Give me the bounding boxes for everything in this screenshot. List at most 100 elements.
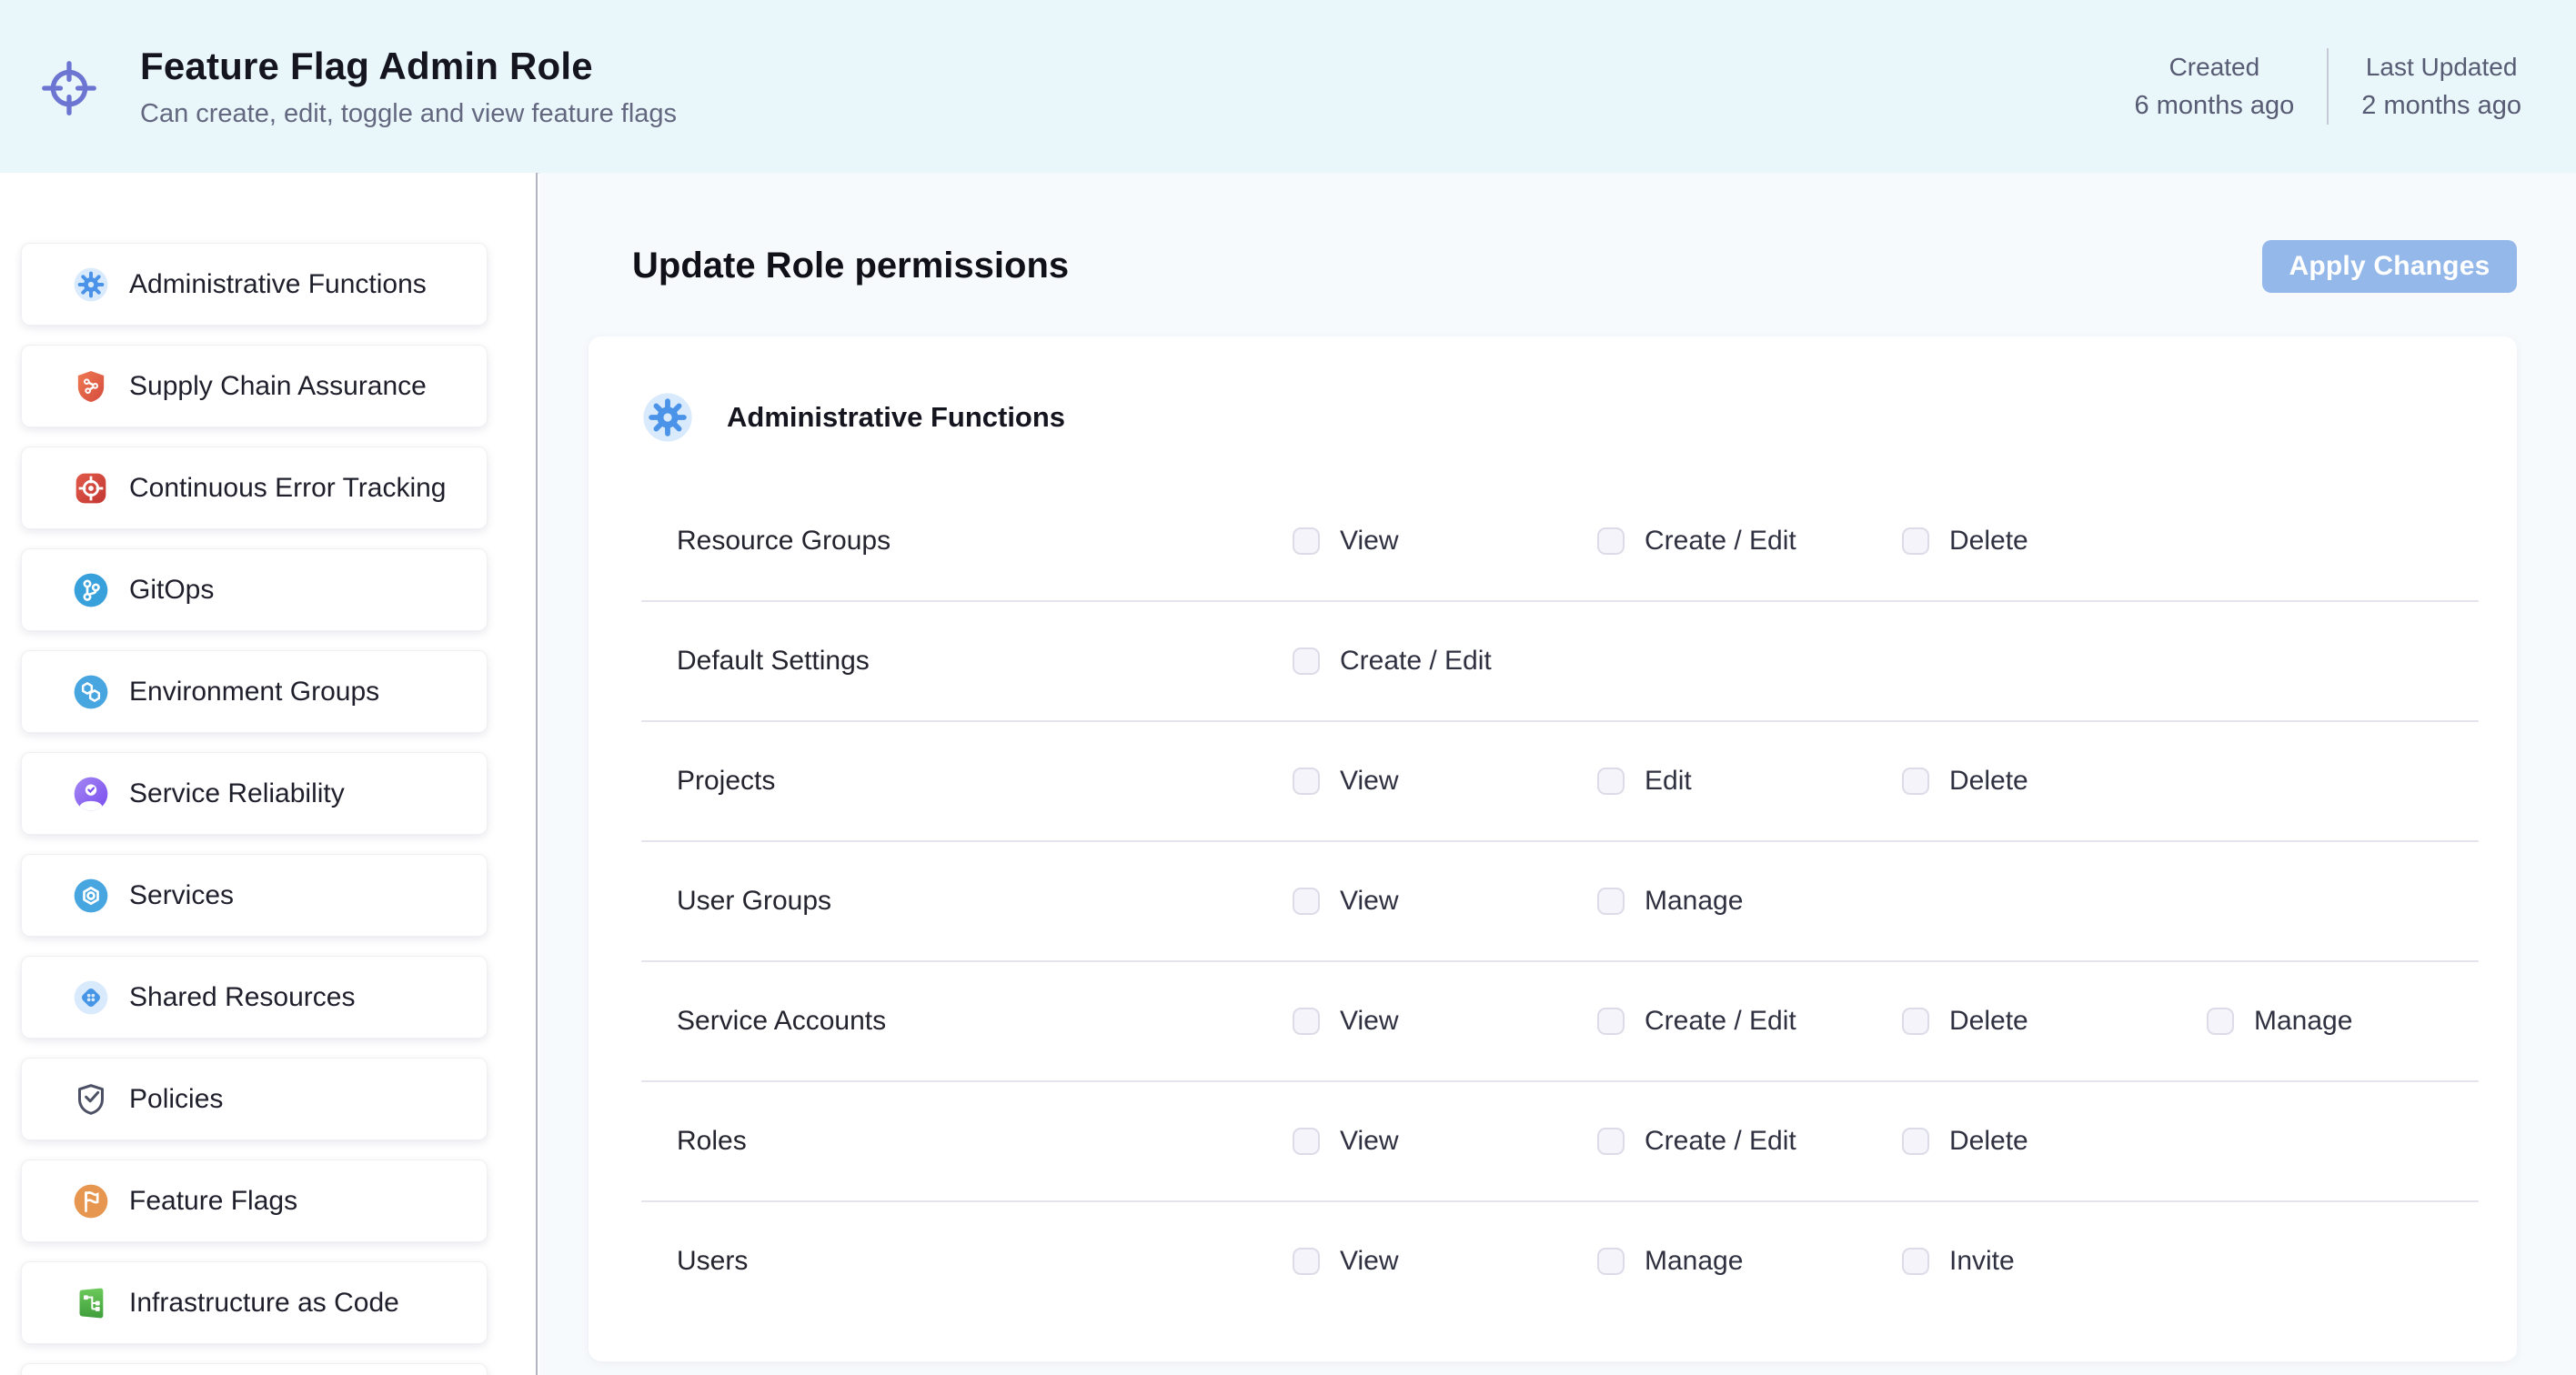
permission-row-users: Users View Manage Invite	[589, 1202, 2517, 1320]
target-square-icon	[73, 470, 109, 507]
sidebar-item-services[interactable]: Services	[21, 854, 488, 937]
permission-checkbox-view[interactable]	[1293, 888, 1320, 915]
permission-label: Manage	[1645, 1246, 1743, 1277]
permission-cell: View	[1293, 1126, 1597, 1157]
permission-checkbox-delete[interactable]	[1902, 1128, 1929, 1155]
permission-label: View	[1340, 1006, 1398, 1037]
permission-checkbox-invite[interactable]	[1902, 1248, 1929, 1275]
section-header: Administrative Functions	[589, 391, 2517, 444]
permission-checkbox-manage[interactable]	[1597, 1248, 1625, 1275]
permission-cell: Manage	[1597, 1246, 1902, 1277]
permission-label: Delete	[1949, 766, 2028, 797]
permission-checkbox-view[interactable]	[1293, 1128, 1320, 1155]
permission-label: Create / Edit	[1645, 1126, 1796, 1157]
main-content: Update Role permissions Apply Changes Ad…	[539, 173, 2576, 1375]
permission-row-projects: ProjectsViewEditDelete	[589, 722, 2517, 840]
permissions-card: Administrative Functions Resource Groups…	[589, 336, 2517, 1361]
permission-label: Create / Edit	[1645, 526, 1796, 557]
last-updated-value: 2 months ago	[2361, 91, 2521, 121]
sidebar-item-label: Feature Flags	[129, 1186, 297, 1217]
permission-checkbox-create-edit[interactable]	[1597, 1128, 1625, 1155]
permission-checkbox-create-edit[interactable]	[1597, 527, 1625, 555]
sidebar-item-feature-flags[interactable]: Feature Flags	[21, 1159, 488, 1242]
permission-label: Create / Edit	[1645, 1006, 1796, 1037]
permission-checkbox-delete[interactable]	[1902, 768, 1929, 795]
permission-checkbox-manage[interactable]	[1597, 888, 1625, 915]
permission-cell: View	[1293, 1246, 1597, 1277]
sidebar-item-label: Administrative Functions	[129, 269, 427, 300]
sidebar-item-label: Continuous Error Tracking	[129, 473, 447, 504]
role-titles: Feature Flag Admin Role Can create, edit…	[140, 45, 677, 129]
hexagon-gear-icon	[73, 878, 109, 914]
permission-cell: View	[1293, 766, 1597, 797]
sidebar-item-environment-groups[interactable]: Environment Groups	[21, 650, 488, 733]
permission-cell: Create / Edit	[1597, 1006, 1902, 1037]
permission-cell: Delete	[1902, 526, 2207, 557]
page-heading: Update Role permissions	[632, 246, 1069, 286]
permission-checkbox-edit[interactable]	[1597, 768, 1625, 795]
permission-checkbox-delete[interactable]	[1902, 527, 1929, 555]
permission-checkbox-view[interactable]	[1293, 527, 1320, 555]
permission-checkbox-delete[interactable]	[1902, 1008, 1929, 1035]
permission-cell: Delete	[1902, 766, 2207, 797]
permission-checkbox-view[interactable]	[1293, 1248, 1320, 1275]
sidebar-item-continuous-error-tracking[interactable]: Continuous Error Tracking	[21, 447, 488, 529]
permission-label: Create / Edit	[1340, 646, 1492, 677]
permission-label: Delete	[1949, 1006, 2028, 1037]
permission-row-roles: Roles View Create / Edit Delete	[589, 1082, 2517, 1200]
last-updated-label: Last Updated	[2361, 53, 2521, 82]
permission-cell: Invite	[1902, 1246, 2207, 1277]
permission-checkbox-create-edit[interactable]	[1293, 647, 1320, 675]
user-check-icon	[73, 776, 109, 812]
permission-cell: Manage	[1597, 886, 1902, 917]
sidebar-item-partial[interactable]	[21, 1363, 488, 1375]
sidebar-item-supply-chain-assurance[interactable]: Supply Chain Assurance	[21, 345, 488, 427]
crosshair-icon	[40, 59, 98, 117]
git-branch-icon	[73, 572, 109, 608]
resource-name: Roles	[677, 1126, 1293, 1157]
resource-name: Users	[677, 1246, 1293, 1277]
resource-category-sidebar: Administrative Functions Supply Chain Ass…	[0, 173, 538, 1375]
resource-name: Service Accounts	[677, 1006, 1293, 1037]
sidebar-item-infrastructure-as-code[interactable]: Infrastructure as Code	[21, 1261, 488, 1344]
permission-label: View	[1340, 1126, 1398, 1157]
permission-cell: Create / Edit	[1597, 526, 1902, 557]
permission-cell: Manage	[2207, 1006, 2511, 1037]
permission-label: View	[1340, 766, 1398, 797]
sidebar-item-label: GitOps	[129, 575, 214, 606]
permission-checkbox-view[interactable]	[1293, 1008, 1320, 1035]
nodes-icon	[73, 1285, 109, 1321]
sidebar-item-policies[interactable]: Policies	[21, 1058, 488, 1140]
resource-name: User Groups	[677, 886, 1293, 917]
permission-label: Edit	[1645, 766, 1692, 797]
permission-label: View	[1340, 526, 1398, 557]
created-label: Created	[2135, 53, 2295, 82]
app-window: Feature Flag Admin Role Can create, edit…	[0, 0, 2576, 1375]
permission-cell: View	[1293, 526, 1597, 557]
created-value: 6 months ago	[2135, 91, 2295, 121]
sidebar-item-gitops[interactable]: GitOps	[21, 548, 488, 631]
sidebar-item-administrative-functions[interactable]: Administrative Functions	[21, 243, 488, 326]
permission-checkbox-view[interactable]	[1293, 768, 1320, 795]
permission-checkbox-manage[interactable]	[2207, 1008, 2234, 1035]
sidebar-item-shared-resources[interactable]: Shared Resources	[21, 956, 488, 1039]
sidebar-item-service-reliability[interactable]: Service Reliability	[21, 752, 488, 835]
permission-checkbox-create-edit[interactable]	[1597, 1008, 1625, 1035]
permission-cell: View	[1293, 1006, 1597, 1037]
permission-rows: Resource GroupsViewCreate / EditDeleteDe…	[589, 482, 2517, 1320]
role-header: Feature Flag Admin Role Can create, edit…	[0, 0, 2576, 173]
apply-changes-button[interactable]: Apply Changes	[2262, 240, 2517, 293]
permission-cell: Edit	[1597, 766, 1902, 797]
permission-cell: Delete	[1902, 1006, 2207, 1037]
permission-cell: Create / Edit	[1597, 1126, 1902, 1157]
permission-label: Delete	[1949, 1126, 2028, 1157]
permission-cell: Delete	[1902, 1126, 2207, 1157]
resource-name: Default Settings	[677, 646, 1293, 677]
last-updated-meta: Last Updated 2 months ago	[2329, 53, 2554, 121]
permission-cell: Create / Edit	[1293, 646, 1597, 677]
permission-row-default-settings: Default Settings Create / Edit	[589, 602, 2517, 720]
gear-icon	[641, 391, 694, 444]
sidebar-item-label: Policies	[129, 1084, 223, 1115]
permission-label: Manage	[1645, 886, 1743, 917]
permission-label: View	[1340, 1246, 1398, 1277]
